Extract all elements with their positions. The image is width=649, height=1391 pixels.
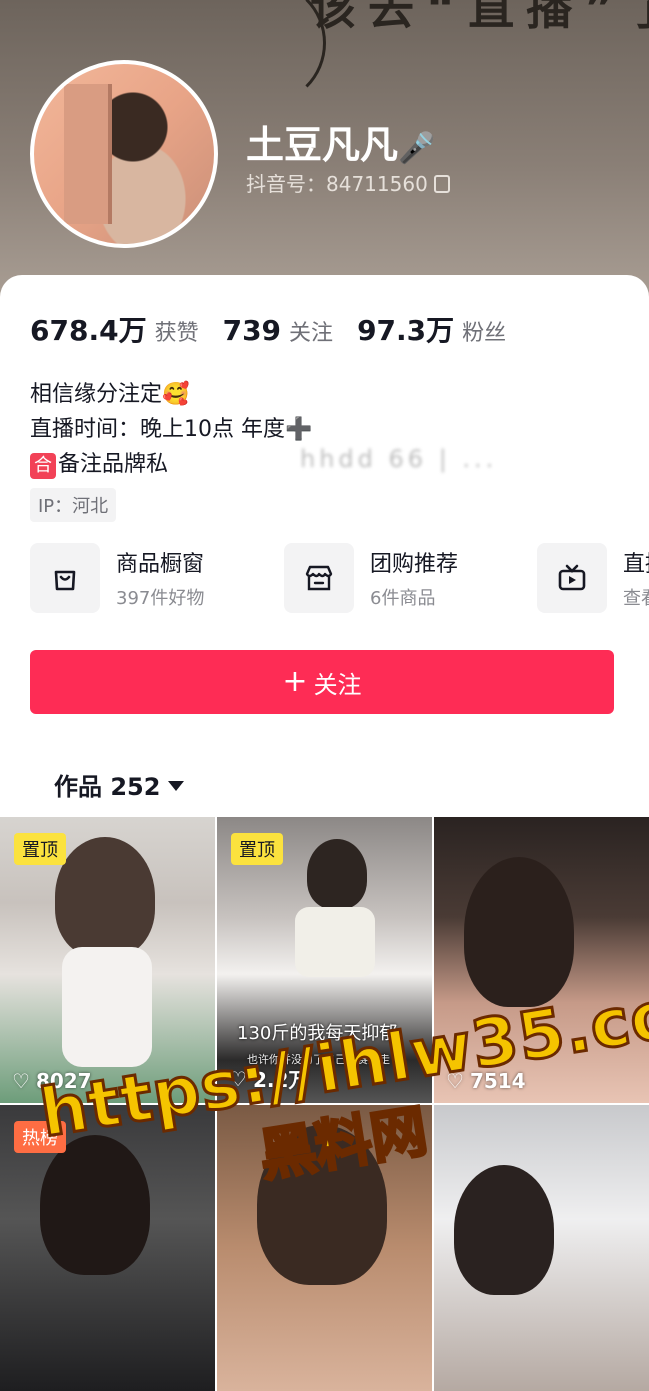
tool-shop-window[interactable]: 商品橱窗 397件好物 — [30, 542, 204, 614]
bio-line-3: 合备注品牌私 — [30, 447, 312, 482]
thumbnail-figure-body — [62, 947, 152, 1067]
blurred-text: hhdd 66 | ... — [300, 445, 498, 473]
likes-label: 获赞 — [154, 321, 199, 346]
bio-line-2: 直播时间：晚上10点 年度➕ — [30, 417, 313, 442]
banner-text: 该去“直播”了 — [310, 0, 649, 35]
copy-icon[interactable] — [433, 175, 450, 193]
thumbnail-figure-body — [295, 907, 375, 977]
tool-group-buy-sub: 6件商品 — [370, 588, 436, 609]
tool-live-sub: 查看 — [623, 588, 649, 609]
plus-icon: + — [282, 664, 308, 699]
tool-shop-window-sub: 397件好物 — [116, 588, 205, 609]
dropdown-caret-icon — [168, 781, 185, 791]
tool-shop-window-title: 商品橱窗 — [116, 552, 205, 577]
douyin-id[interactable]: 抖音号：84711560 — [246, 168, 450, 197]
video-likes-count: 2.2万 — [252, 1068, 309, 1092]
avatar[interactable] — [30, 60, 218, 248]
tool-group-buy[interactable]: 团购推荐 6件商品 — [284, 542, 458, 614]
nickname: 土豆凡凡🎤 — [246, 114, 435, 169]
video-tile-3[interactable]: ♡ 7514 — [434, 817, 649, 1103]
follow-button[interactable]: + 关注 — [30, 650, 614, 714]
video-tile-5[interactable] — [217, 1105, 432, 1391]
tv-icon — [537, 543, 607, 613]
video-likes: ♡ 7514 — [446, 1069, 526, 1093]
douyin-id-text: 抖音号：84711560 — [246, 172, 428, 196]
heart-icon: ♡ — [12, 1069, 30, 1093]
video-caption: 130斤的我每天抑郁 — [237, 1023, 398, 1044]
heart-icon: ♡ — [446, 1069, 464, 1093]
video-likes-count: 8027 — [35, 1069, 92, 1093]
avatar-photo-detail — [64, 84, 112, 224]
follow-button-label: 关注 — [313, 670, 362, 699]
bio-line-3-text: 备注品牌私 — [58, 452, 169, 477]
bio-line-1: 相信缘分注定🥰 — [30, 382, 190, 407]
profile-banner: 该去“直播”了 土豆凡凡🎤 抖音号：84711560 — [0, 0, 649, 300]
thumbnail-figure — [40, 1135, 150, 1275]
hot-list-badge: 热榜 — [14, 1121, 66, 1153]
pinned-badge: 置顶 — [14, 833, 66, 865]
heart-icon: ♡ — [229, 1066, 247, 1091]
video-likes: ♡ 2.2万 — [229, 1064, 308, 1093]
thumbnail-figure — [307, 839, 367, 909]
likes-count[interactable]: 678.4万 — [30, 309, 147, 349]
video-tile-1[interactable]: 置顶 ♡ 8027 — [0, 817, 215, 1103]
thumbnail-figure — [257, 1125, 387, 1285]
bio: 相信缘分注定🥰 直播时间：晚上10点 年度➕ 合备注品牌私 — [30, 377, 312, 482]
stats-row: 678.4万 获赞 739 关注 97.3万 粉丝 — [30, 309, 530, 349]
video-tile-4[interactable]: 热榜 — [0, 1105, 215, 1391]
works-tab-label: 作品 252 — [54, 773, 161, 801]
followers-label: 粉丝 — [462, 321, 507, 346]
following-count[interactable]: 739 — [223, 314, 281, 347]
microphone-icon: 🎤 — [398, 131, 436, 166]
video-tile-2[interactable]: 置顶 130斤的我每天抑郁 也许你并没为了自己的赛道走 ♡ 2.2万 — [217, 817, 432, 1103]
tools-row: 商品橱窗 397件好物 团购推荐 6件商品 直播 查看 — [30, 542, 649, 614]
video-likes: ♡ 8027 — [12, 1069, 92, 1093]
he-badge: 合 — [30, 453, 56, 479]
works-tab[interactable]: 作品 252 — [54, 767, 185, 802]
nickname-text: 土豆凡凡 — [246, 123, 399, 167]
video-likes-count: 7514 — [469, 1069, 526, 1093]
shopping-bag-icon — [30, 543, 100, 613]
following-label: 关注 — [289, 321, 334, 346]
ip-location-tag: IP：河北 — [30, 488, 117, 522]
tool-live-title: 直播 — [623, 552, 649, 577]
thumbnail-figure — [464, 857, 574, 1007]
tool-group-buy-title: 团购推荐 — [370, 552, 459, 577]
store-icon — [284, 543, 354, 613]
thumbnail-figure — [55, 837, 155, 957]
pinned-badge: 置顶 — [231, 833, 283, 865]
tool-live[interactable]: 直播 查看 — [537, 542, 649, 614]
video-tile-6[interactable] — [434, 1105, 649, 1391]
followers-count[interactable]: 97.3万 — [357, 309, 454, 349]
banner-decoration — [200, 0, 326, 106]
thumbnail-figure — [454, 1165, 554, 1295]
